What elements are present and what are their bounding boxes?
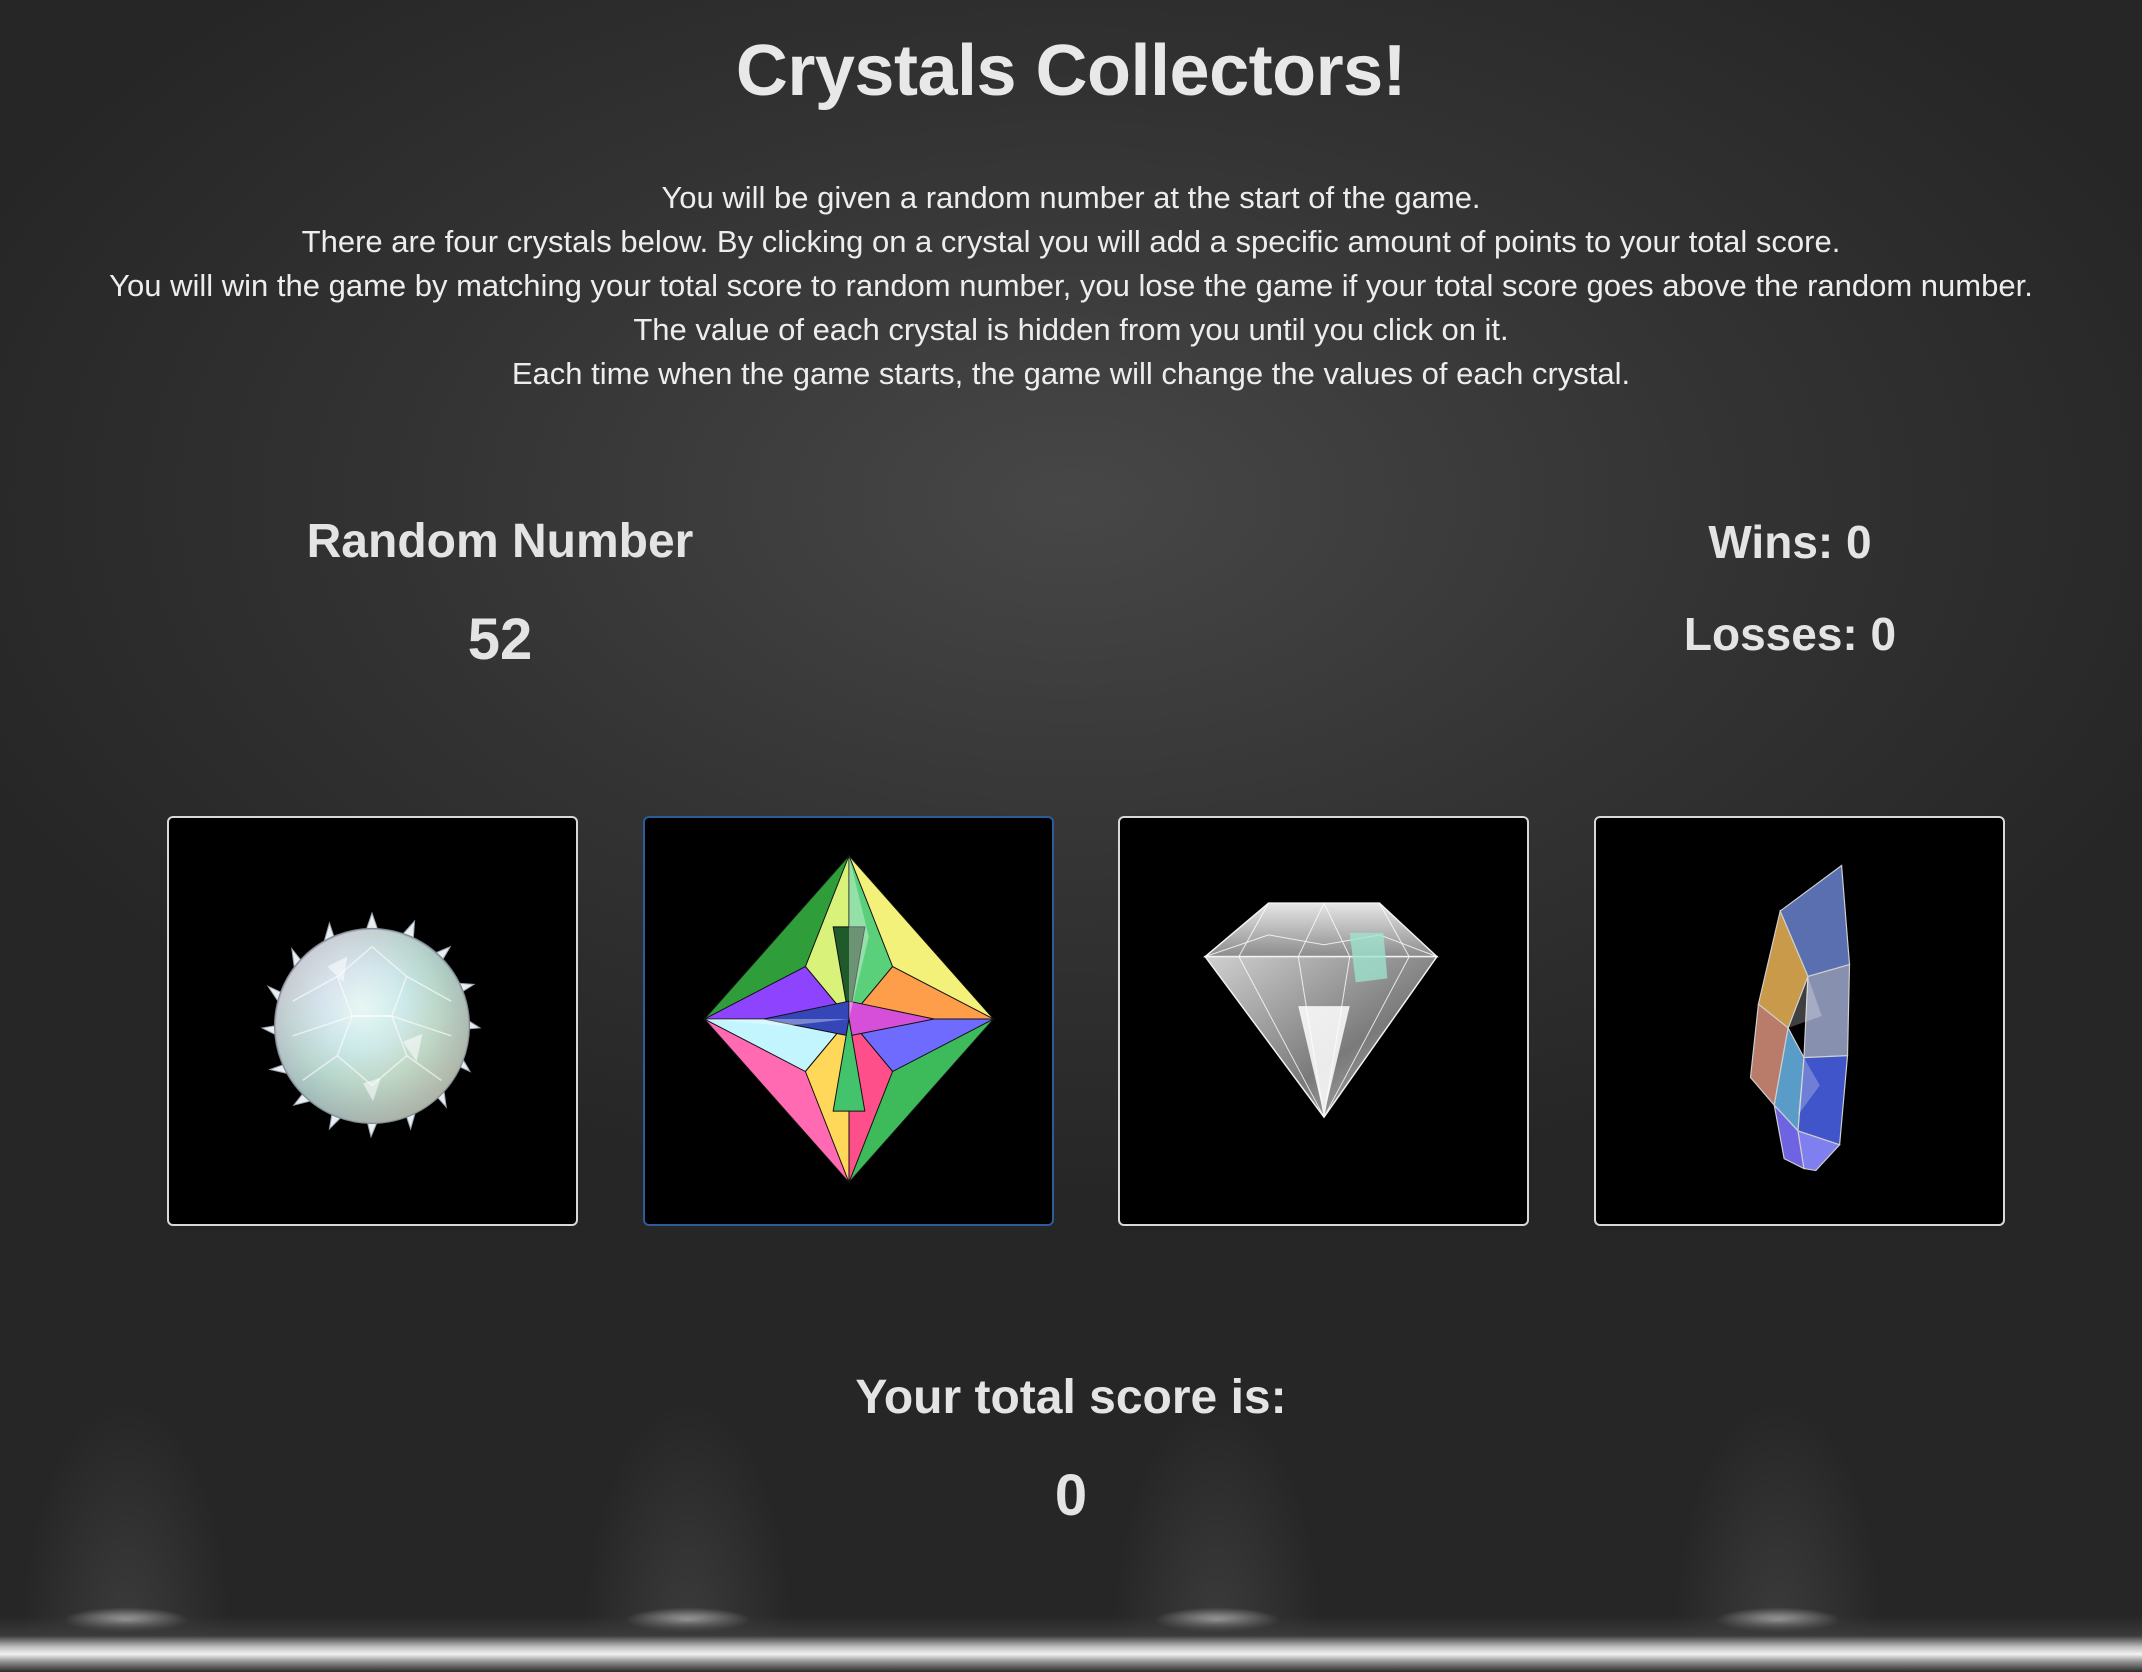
random-number-label: Random Number (306, 515, 694, 568)
instruction-line: The value of each crystal is hidden from… (633, 312, 1509, 347)
total-score-value: 0 (1054, 1463, 1088, 1528)
crystal-row (167, 816, 2007, 1230)
shard-crystal-icon (1749, 864, 1851, 1172)
stats-panel: Wins: 0 Losses: 0 (1590, 512, 1990, 664)
random-number-value: 52 (467, 607, 533, 672)
random-number-panel: Random Number 52 (260, 512, 740, 672)
losses-counter: Losses: 0 (1683, 608, 1897, 660)
floor-light-strip (0, 1616, 2142, 1672)
page-title: Crystals Collectors! (735, 31, 1407, 111)
crystal-button-2[interactable] (643, 816, 1054, 1226)
instruction-line: You will win the game by matching your t… (109, 268, 2033, 303)
instruction-line: There are four crystals below. By clicki… (301, 224, 1841, 259)
crystal-button-4[interactable] (1594, 816, 2005, 1226)
wins-counter: Wins: 0 (1708, 516, 1872, 568)
instruction-line: You will be given a random number at the… (661, 180, 1481, 215)
total-score-label: Your total score is: (855, 1371, 1287, 1424)
octahedron-crystal-icon (703, 854, 995, 1184)
spiky-orb-crystal-icon (260, 911, 482, 1139)
crystal-button-1[interactable] (167, 816, 578, 1226)
diamond-crystal-icon (1203, 902, 1439, 1119)
crystal-button-3[interactable] (1118, 816, 1529, 1226)
instructions: You will be given a random number at the… (0, 176, 2142, 396)
instruction-line: Each time when the game starts, the game… (511, 356, 1631, 391)
